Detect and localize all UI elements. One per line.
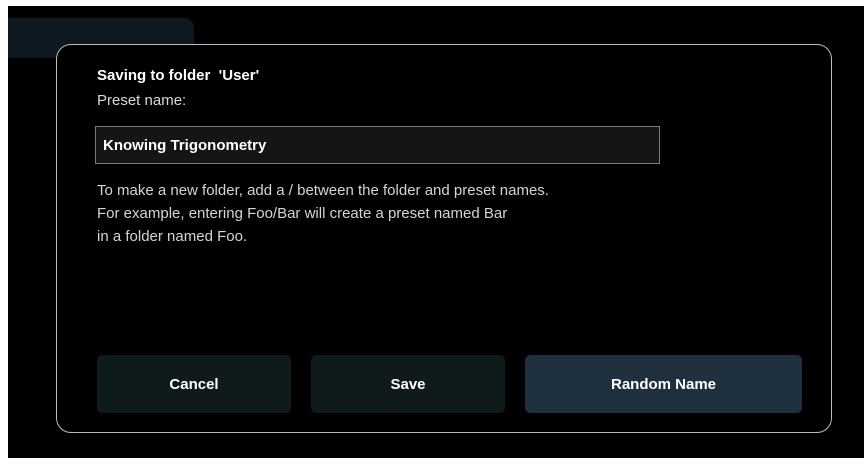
cancel-button[interactable]: Cancel	[97, 355, 291, 413]
preset-name-label: Preset name:	[97, 92, 187, 109]
preset-name-input[interactable]	[95, 126, 660, 164]
help-text: To make a new folder, add a / between th…	[97, 179, 549, 248]
save-preset-dialog: Saving to folder 'User' Preset name: To …	[56, 44, 832, 433]
dialog-title: Saving to folder 'User'	[97, 67, 260, 84]
random-name-button[interactable]: Random Name	[525, 355, 802, 413]
app-window: Saving to folder 'User' Preset name: To …	[8, 6, 864, 458]
save-button[interactable]: Save	[311, 355, 505, 413]
help-line: For example, entering Foo/Bar will creat…	[97, 205, 508, 222]
help-line: in a folder named Foo.	[97, 228, 248, 245]
help-line: To make a new folder, add a / between th…	[97, 182, 549, 199]
